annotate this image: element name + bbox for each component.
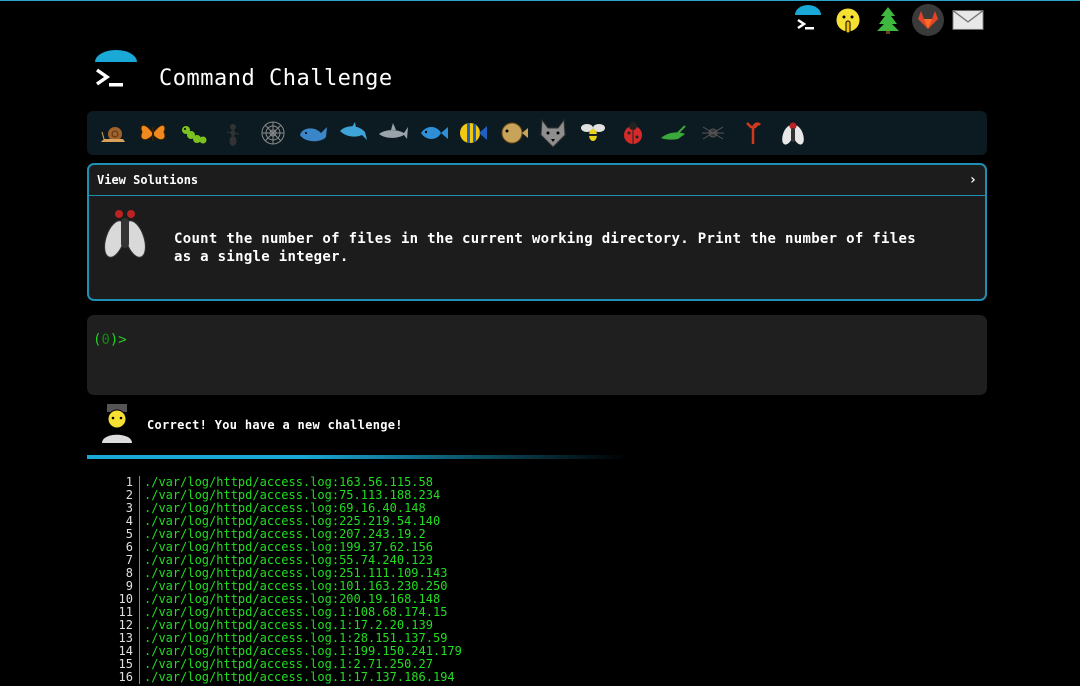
dolphin-icon[interactable] [333,113,373,153]
snail-icon[interactable] [93,113,133,153]
line-text: ./var/log/httpd/access.log.1:17.137.186.… [144,670,455,684]
prompt-count: 0 [101,332,110,348]
envelope-icon[interactable] [952,4,984,36]
challenge-panel: View Solutions › Count the number of fil… [87,163,987,301]
line-number: 8 [110,567,140,580]
line-number: 2 [110,489,140,502]
whale-icon[interactable] [293,113,333,153]
line-number: 5 [110,528,140,541]
top-nav [792,4,984,36]
fly-icon[interactable] [773,113,813,153]
site-logo-icon[interactable] [93,50,139,96]
shell-prompt: (0)> [93,332,127,348]
christmas-tree-icon[interactable] [872,4,904,36]
chevron-right-icon[interactable]: › [969,172,977,188]
avatar-icon [99,402,135,444]
ant-icon[interactable] [213,113,253,153]
line-number: 6 [110,541,140,554]
level-bar [87,111,987,155]
blowfish-icon[interactable] [493,113,533,153]
cricket-icon[interactable] [653,113,693,153]
spider-icon[interactable] [693,113,733,153]
page-title: Command Challenge [159,66,393,91]
view-solutions-label: View Solutions [97,173,199,187]
command-output: 1 ./var/log/httpd/access.log:163.56.115.5… [110,476,462,684]
ladybug-icon[interactable] [613,113,653,153]
view-solutions-toggle[interactable]: View Solutions › [89,165,985,196]
spider-web-icon[interactable] [253,113,293,153]
caterpillar-icon[interactable] [173,113,213,153]
terminal-logo-icon[interactable] [792,4,824,36]
shark-icon[interactable] [373,113,413,153]
butterfly-icon[interactable] [133,113,173,153]
output-line: 16 ./var/log/httpd/access.log.1:17.137.18… [110,671,462,684]
status-message: Correct! You have a new challenge! [147,418,403,432]
line-number: 3 [110,502,140,515]
fly-icon [99,206,151,262]
bee-icon[interactable] [573,113,613,153]
line-number: 4 [110,515,140,528]
line-number: 7 [110,554,140,567]
fish-icon[interactable] [413,113,453,153]
line-number: 1 [110,476,140,489]
challenge-text: Count the number of files in the current… [174,231,916,265]
terminal-input[interactable]: (0)> [87,315,987,395]
line-number: 16 [110,671,140,684]
shushing-face-icon[interactable] [832,4,864,36]
gitlab-icon[interactable] [912,4,944,36]
tropical-fish-icon[interactable] [453,113,493,153]
scorpion-icon[interactable] [733,113,773,153]
top-border [0,0,1080,1]
wolf-icon[interactable] [533,113,573,153]
divider-bar [87,455,627,459]
